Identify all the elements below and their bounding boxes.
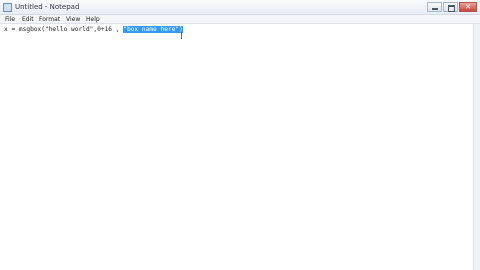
minimize-button[interactable] [427,2,442,12]
selected-text: "box name here") [123,26,183,33]
menu-format[interactable]: Format [39,15,60,24]
close-button[interactable]: ✕ [459,2,477,12]
text-cursor [181,32,182,39]
menu-bar: File Edit Format View Help [0,15,480,24]
title-bar[interactable]: Untitled - Notepad ✕ [0,0,480,15]
text-editor[interactable]: x = msgbox("hello world",0+16 , "box nam… [0,24,473,270]
minimize-icon [432,8,438,10]
notepad-icon [3,3,12,12]
window-title: Untitled - Notepad [15,3,80,11]
menu-file[interactable]: File [5,15,15,24]
menu-edit[interactable]: Edit [22,15,34,24]
menu-help[interactable]: Help [86,15,100,24]
editor-text: x = msgbox("hello world",0+16 , [4,26,124,33]
vertical-scrollbar[interactable] [473,24,480,270]
window-controls: ✕ [426,2,477,13]
close-icon: ✕ [465,3,471,11]
editor-line: x = msgbox("hello world",0+16 , "box nam… [4,26,183,33]
maximize-icon [448,5,455,12]
menu-view[interactable]: View [66,15,80,24]
maximize-button[interactable] [443,2,458,12]
